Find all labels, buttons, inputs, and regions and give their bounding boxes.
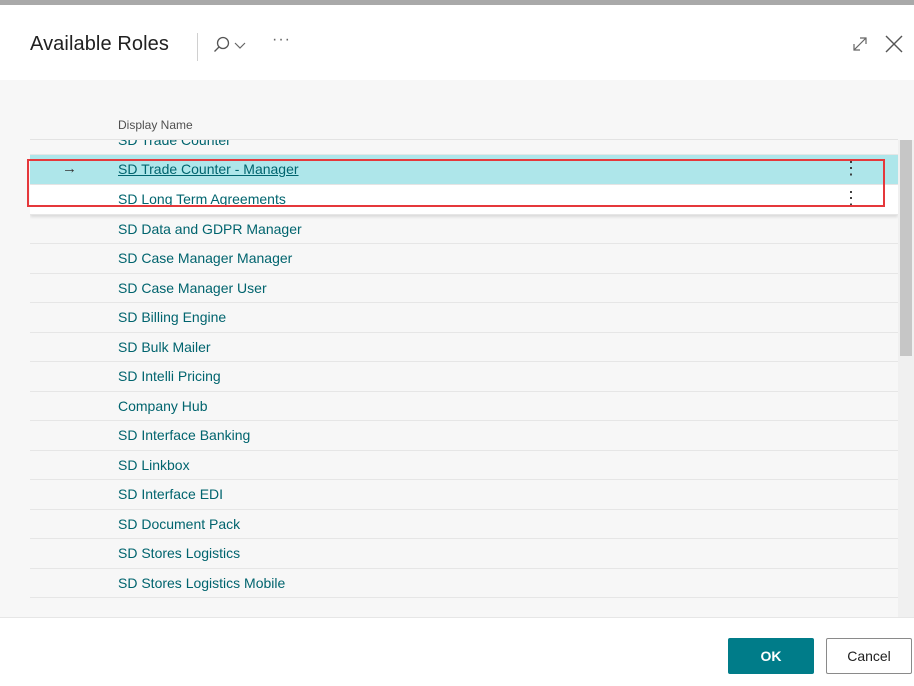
close-icon [885,35,903,53]
scrollbar-thumb[interactable] [900,140,912,356]
list-item[interactable]: SD Trade Counter [30,140,898,155]
role-link[interactable]: SD Bulk Mailer [118,339,211,355]
column-header-label: Display Name [118,118,193,132]
cancel-button[interactable]: Cancel [826,638,912,674]
role-link[interactable]: SD Case Manager User [118,280,267,296]
search-icon [214,36,230,52]
dialog-footer: OK Cancel [0,617,914,686]
more-options-button[interactable]: ··· [272,31,291,49]
role-link[interactable]: SD Case Manager Manager [118,250,292,266]
role-link[interactable]: SD Interface Banking [118,427,250,443]
highlight-annotation-box [27,159,885,207]
role-link[interactable]: SD Linkbox [118,457,190,473]
list-item[interactable]: Company Hub [30,392,898,421]
role-link[interactable]: SD Stores Logistics Mobile [118,575,285,591]
list-item[interactable]: SD Case Manager Manager [30,244,898,274]
list-item[interactable]: SD Billing Engine [30,303,898,333]
close-button[interactable] [884,34,904,54]
list-item[interactable]: SD Interface Banking [30,421,898,451]
list-item[interactable]: SD Bulk Mailer [30,333,898,362]
search-button[interactable] [212,33,254,59]
list-item[interactable]: SD Case Manager User [30,274,898,303]
list-item[interactable]: SD Interface EDI [30,480,898,510]
roles-rows: SD Trade Counter → SD Trade Counter - Ma… [30,140,898,598]
role-link[interactable]: Company Hub [118,398,208,414]
vertical-scrollbar[interactable] [898,140,914,617]
role-link[interactable]: SD Document Pack [118,516,240,532]
list-item[interactable]: SD Intelli Pricing [30,362,898,392]
expand-icon [853,37,867,51]
ok-button[interactable]: OK [728,638,814,674]
expand-button[interactable] [852,36,868,52]
chevron-down-icon [234,42,246,49]
dialog-header: Available Roles ··· [0,5,914,80]
list-item[interactable]: SD Document Pack [30,510,898,539]
header-divider [197,33,198,61]
role-link[interactable]: SD Interface EDI [118,486,223,502]
list-item[interactable]: SD Stores Logistics Mobile [30,569,898,598]
role-link[interactable]: SD Billing Engine [118,309,226,325]
list-item[interactable]: SD Stores Logistics [30,539,898,569]
column-header-display-name[interactable]: Display Name [30,108,898,140]
dialog-title: Available Roles [30,33,169,55]
role-link[interactable]: SD Intelli Pricing [118,368,221,384]
role-link[interactable]: SD Data and GDPR Manager [118,221,302,237]
list-item[interactable]: SD Linkbox [30,451,898,480]
role-link[interactable]: SD Trade Counter [118,140,231,148]
list-item[interactable]: SD Data and GDPR Manager [30,215,898,244]
role-link[interactable]: SD Stores Logistics [118,545,240,561]
